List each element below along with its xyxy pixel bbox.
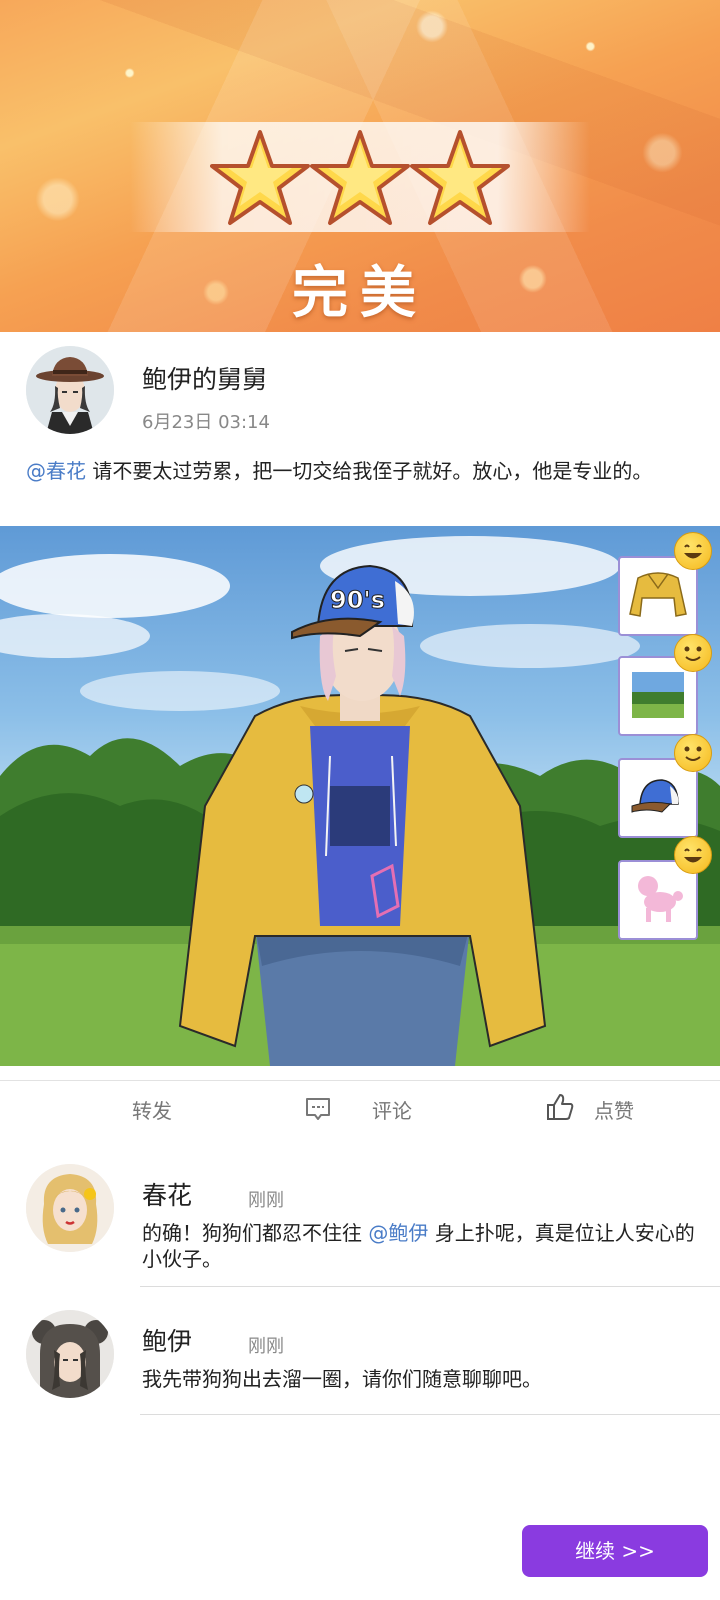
laughing-face-icon bbox=[674, 836, 712, 874]
comment-text: 我先带狗狗出去溜一圈，请你们随意聊聊吧。 bbox=[142, 1366, 702, 1392]
share-button[interactable]: 转发 bbox=[132, 1095, 172, 1124]
like-button[interactable]: 点赞 bbox=[594, 1095, 634, 1124]
comment-button[interactable]: 评论 bbox=[372, 1095, 412, 1124]
comment-text: 的确！狗狗们都忍不住往 @鲍伊 身上扑呢，真是位让人安心的小伙子。 bbox=[142, 1220, 702, 1272]
commenter-name[interactable]: 鲍伊 bbox=[142, 1322, 192, 1358]
author-avatar[interactable] bbox=[26, 346, 114, 434]
result-banner: 完美 bbox=[0, 0, 720, 332]
continue-button[interactable]: 继续 >> bbox=[522, 1525, 708, 1577]
smiling-face-icon bbox=[674, 734, 712, 772]
mention-link[interactable]: @鲍伊 bbox=[368, 1221, 428, 1245]
comment-divider bbox=[140, 1286, 720, 1287]
smiling-face-icon bbox=[674, 634, 712, 672]
comment-timestamp: 刚刚 bbox=[248, 1190, 284, 1211]
author-name[interactable]: 鲍伊的舅舅 bbox=[142, 360, 267, 396]
comment-timestamp: 刚刚 bbox=[248, 1336, 284, 1357]
pink-poodle-icon bbox=[638, 876, 683, 922]
comment-icon[interactable] bbox=[304, 1095, 332, 1123]
star-rating bbox=[210, 128, 510, 228]
outfit-image: 90's bbox=[0, 526, 720, 1066]
action-bar: 转发 评论 点赞 bbox=[0, 1080, 720, 1142]
commenter-avatar[interactable] bbox=[26, 1164, 114, 1252]
star-icon bbox=[410, 130, 510, 225]
commenter-name[interactable]: 春花 bbox=[142, 1176, 192, 1212]
yellow-hoodie-icon bbox=[629, 572, 687, 617]
post-timestamp: 6月23日 03:14 bbox=[142, 412, 270, 433]
outfit-scene: 90's bbox=[0, 536, 720, 1066]
commenter-avatar[interactable] bbox=[26, 1310, 114, 1398]
cap-text: 90's bbox=[330, 586, 385, 614]
star-icon bbox=[210, 130, 310, 225]
star-icon bbox=[310, 130, 410, 225]
post-text: @春花 请不要太过劳累，把一切交给我侄子就好。放心，他是专业的。 bbox=[26, 456, 686, 486]
laughing-face-icon bbox=[674, 532, 712, 570]
mention-link[interactable]: @春花 bbox=[26, 459, 86, 483]
comment-divider bbox=[140, 1414, 720, 1415]
90s-cap-icon bbox=[631, 779, 679, 813]
comment-text-part: 的确！狗狗们都忍不住往 bbox=[142, 1221, 369, 1245]
result-label: 完美 bbox=[292, 261, 428, 326]
post-body: 请不要太过劳累，把一切交给我侄子就好。放心，他是专业的。 bbox=[86, 459, 653, 483]
thumbs-up-icon[interactable] bbox=[544, 1091, 576, 1123]
comment-text-part: 我先带狗狗出去溜一圈，请你们随意聊聊吧。 bbox=[142, 1367, 542, 1391]
